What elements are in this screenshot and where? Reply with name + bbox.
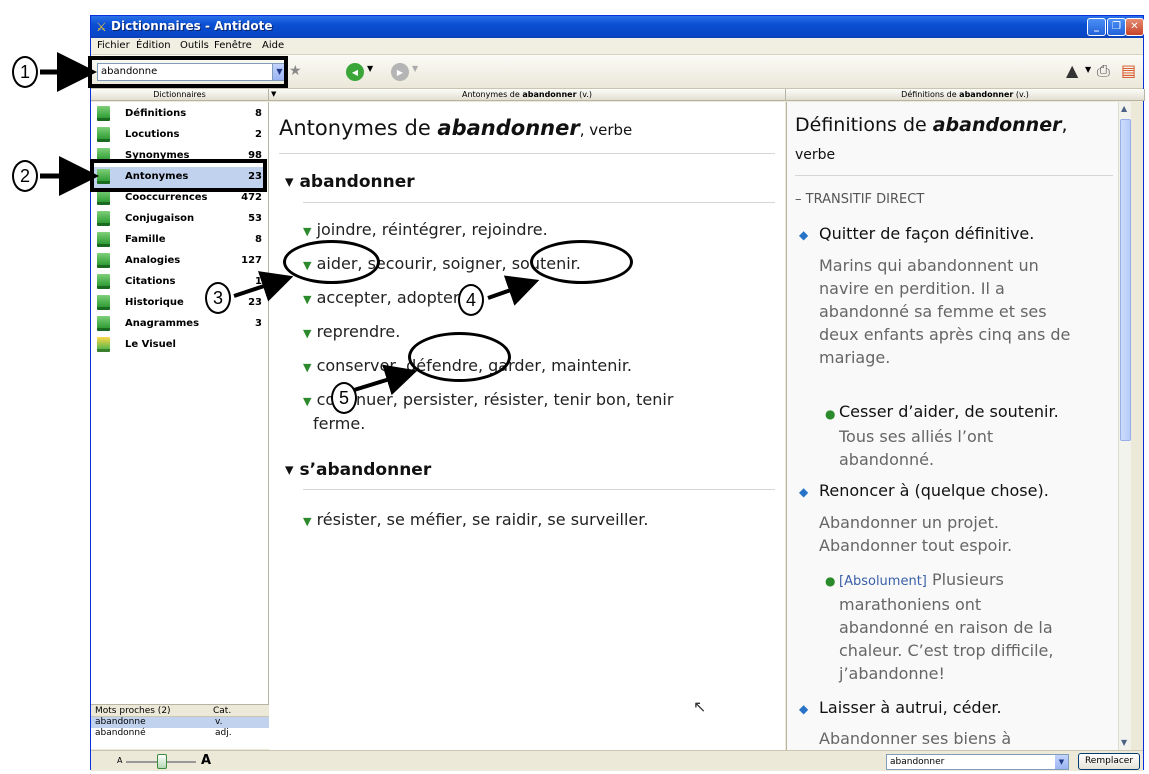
annotation-arrows <box>40 52 540 396</box>
annotation-number-1: 1 <box>12 56 38 88</box>
screenshot-stage: ⚔ Dictionnaires - Antidote _ ❐ ✕ Fichier… <box>0 0 1149 774</box>
annotation-number-3: 3 <box>205 282 231 314</box>
arrow-3 <box>233 271 294 302</box>
annotation-number-5: 5 <box>331 382 357 414</box>
arrow-5 <box>353 364 418 396</box>
annotation-number-4: 4 <box>458 284 484 316</box>
annotation-number-2: 2 <box>12 160 38 192</box>
arrow-4 <box>487 275 540 306</box>
